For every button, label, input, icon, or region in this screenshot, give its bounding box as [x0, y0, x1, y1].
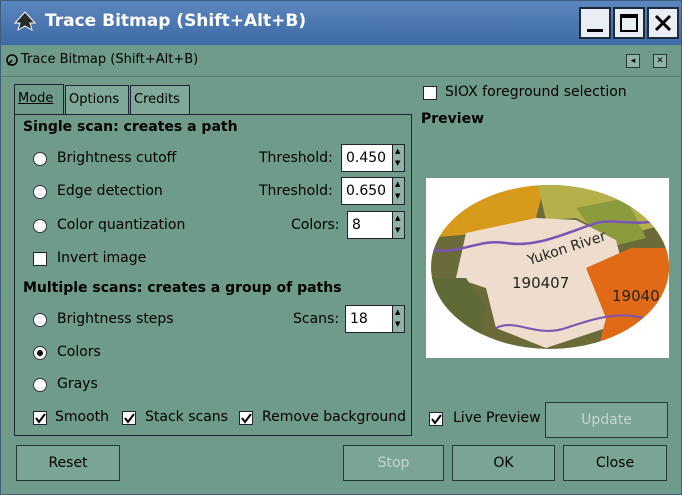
title-bar[interactable]: Trace Bitmap (Shift+Alt+B) [1, 1, 681, 45]
remove-background-checkbox[interactable] [239, 411, 253, 425]
invert-image-label: Invert image [57, 250, 147, 266]
brightness-threshold-label: Threshold: [259, 150, 333, 166]
preview-map: Yukon River 190407 19040 [431, 185, 669, 349]
scans-value: 18 [350, 311, 368, 327]
map-code-label-1: 190407 [512, 274, 569, 292]
colors-radio[interactable] [33, 346, 47, 360]
siox-checkbox[interactable] [423, 86, 437, 100]
scans-stepper[interactable]: 18 ▲ ▼ [345, 305, 405, 333]
inkscape-icon [13, 11, 37, 32]
reset-button[interactable]: Reset [16, 445, 120, 481]
close-button[interactable]: Close [563, 445, 667, 481]
brightness-cutoff-label: Brightness cutoff [57, 150, 177, 166]
map-code-label-2: 19040 [612, 287, 660, 305]
spin-arrows[interactable]: ▲ ▼ [392, 306, 404, 332]
mode-panel: Single scan: creates a path Brightness c… [14, 114, 412, 436]
brightness-cutoff-radio[interactable] [33, 152, 47, 166]
stop-button[interactable]: Stop [343, 445, 444, 481]
dock-iconify-button[interactable]: ◂ [626, 54, 640, 68]
grays-radio[interactable] [33, 378, 47, 392]
close-icon [654, 14, 672, 32]
siox-label: SIOX foreground selection [445, 84, 627, 100]
brightness-threshold-value: 0.450 [346, 150, 387, 166]
spin-arrows[interactable]: ▲ ▼ [392, 212, 404, 238]
check-icon [241, 413, 252, 424]
dock-close-button[interactable]: ✕ [653, 54, 667, 68]
brightness-steps-radio[interactable] [33, 313, 47, 327]
check-icon [431, 414, 442, 425]
ok-button[interactable]: OK [452, 445, 555, 481]
colors-label: Colors: [291, 217, 340, 233]
dock-title: Trace Bitmap (Shift+Alt+B) [21, 52, 199, 67]
check-icon [35, 413, 46, 424]
smooth-label: Smooth [55, 409, 110, 425]
window-title: Trace Bitmap (Shift+Alt+B) [45, 11, 307, 31]
tab-credits[interactable]: Credits [130, 85, 190, 115]
color-quantization-radio[interactable] [33, 219, 47, 233]
edge-detection-radio[interactable] [33, 185, 47, 199]
dock-title-bar: Trace Bitmap (Shift+Alt+B) ◂ ✕ [1, 45, 681, 77]
colors-value: 8 [352, 217, 361, 233]
close-window-button[interactable] [647, 7, 679, 39]
smooth-checkbox[interactable] [33, 411, 47, 425]
spin-arrows[interactable]: ▲ ▼ [392, 145, 404, 171]
scans-label: Scans: [293, 311, 340, 327]
single-scan-heading: Single scan: creates a path [23, 119, 238, 135]
preview-image: Yukon River 190407 19040 [426, 178, 669, 358]
maximize-button[interactable] [613, 7, 645, 39]
colors-stepper[interactable]: 8 ▲ ▼ [347, 211, 405, 239]
live-preview-label: Live Preview [453, 410, 541, 426]
trace-bitmap-window: Trace Bitmap (Shift+Alt+B) Trace Bitmap … [0, 0, 682, 495]
edge-threshold-label: Threshold: [259, 183, 333, 199]
colors-mode-label: Colors [57, 344, 101, 360]
spin-arrows[interactable]: ▲ ▼ [392, 178, 404, 204]
check-icon [124, 413, 135, 424]
invert-image-checkbox[interactable] [33, 252, 47, 266]
edge-detection-label: Edge detection [57, 183, 163, 199]
remove-background-label: Remove background [262, 409, 407, 425]
tab-mode[interactable]: Mode [14, 84, 64, 115]
preview-heading: Preview [421, 111, 485, 127]
multi-scan-heading: Multiple scans: creates a group of paths [23, 280, 342, 296]
brightness-steps-label: Brightness steps [57, 311, 174, 327]
trace-icon [6, 54, 18, 66]
brightness-threshold-stepper[interactable]: 0.450 ▲ ▼ [341, 144, 405, 172]
update-button[interactable]: Update [545, 402, 668, 438]
edge-threshold-value: 0.650 [346, 183, 387, 199]
grays-label: Grays [57, 376, 98, 392]
tab-options[interactable]: Options [65, 85, 129, 115]
live-preview-checkbox[interactable] [429, 412, 443, 426]
edge-threshold-stepper[interactable]: 0.650 ▲ ▼ [341, 177, 405, 205]
stack-scans-label: Stack scans [145, 409, 228, 425]
color-quantization-label: Color quantization [57, 217, 186, 233]
stack-scans-checkbox[interactable] [122, 411, 136, 425]
minimize-button[interactable] [579, 7, 611, 39]
